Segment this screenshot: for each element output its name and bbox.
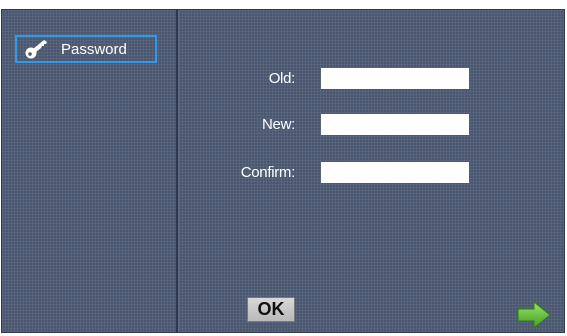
key-icon <box>23 38 51 60</box>
new-password-row: New: <box>178 114 567 136</box>
sidebar-item-label: Password <box>61 40 127 58</box>
sidebar-item-password[interactable]: Password <box>15 35 157 63</box>
old-password-row: Old: <box>178 68 567 90</box>
confirm-password-label: Confirm: <box>240 164 296 181</box>
old-password-label: Old: <box>268 70 296 87</box>
ok-button[interactable]: OK <box>247 297 295 322</box>
arrow-right-icon[interactable] <box>517 300 551 330</box>
confirm-password-field[interactable] <box>321 162 469 183</box>
new-password-label: New: <box>262 116 295 133</box>
confirm-password-row: Confirm: <box>178 162 567 184</box>
new-password-field[interactable] <box>321 114 469 135</box>
settings-screen: Password Old: New: Confirm: OK <box>1 9 565 333</box>
old-password-field[interactable] <box>321 68 469 89</box>
